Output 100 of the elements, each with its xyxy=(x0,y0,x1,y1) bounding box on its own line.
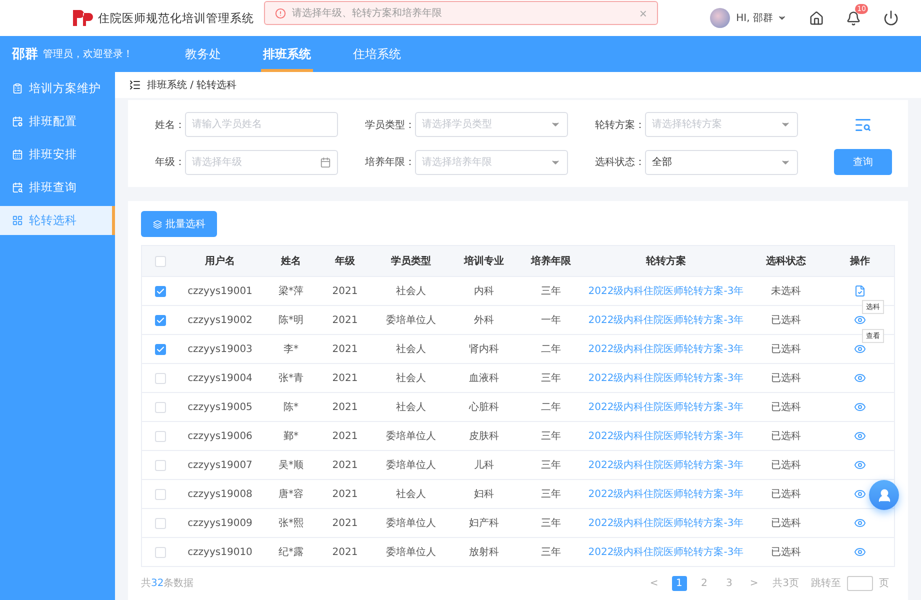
plan-link[interactable]: 2022级内科住院医师轮转方案-3年 xyxy=(586,371,746,385)
sidebar-item[interactable]: 培训方案维护 xyxy=(0,74,115,103)
plan-link[interactable]: 2022级内科住院医师轮转方案-3年 xyxy=(586,516,746,530)
table-cell-text: 未选科 xyxy=(770,284,802,298)
table-cell-text: czzyys19003 xyxy=(186,344,254,354)
logo xyxy=(72,9,94,27)
sidebar-item[interactable]: 排班配置 xyxy=(0,107,115,136)
table-cell-text: 2021 xyxy=(331,286,359,296)
next-page-button[interactable]: > xyxy=(746,576,762,590)
plan-link[interactable]: 2022级内科住院医师轮转方案-3年 xyxy=(586,458,746,472)
table-cell-text: 妇产科 xyxy=(468,516,500,530)
filter-label: 年级： xyxy=(155,156,185,169)
column-header: 学员类型 xyxy=(390,254,432,268)
table-cell-text: 已选科 xyxy=(770,314,802,327)
user-icon xyxy=(876,488,892,502)
plan-link[interactable]: 2022级内科住院医师轮转方案-3年 xyxy=(586,429,746,443)
table-cell-text: 已选科 xyxy=(770,430,802,443)
select-all-checkbox[interactable] xyxy=(154,256,166,266)
input-field[interactable]: 请输入学员姓名 xyxy=(185,112,338,137)
view-button[interactable] xyxy=(854,488,866,500)
plan-link[interactable]: 2022级内科住院医师轮转方案-3年 xyxy=(586,313,746,327)
collapse-icon[interactable] xyxy=(129,79,141,91)
nav-tab[interactable]: 教务处 xyxy=(183,36,223,72)
warning-icon xyxy=(275,8,286,18)
table-cell-text: 三年 xyxy=(540,546,562,559)
table-cell-text: 三年 xyxy=(540,517,562,530)
page-button[interactable]: 1 xyxy=(672,576,687,590)
table-cell-text: 已选科 xyxy=(770,342,802,356)
table-cell-text: czzyys19007 xyxy=(186,460,254,470)
plan-link[interactable]: 2022级内科住院医师轮转方案-3年 xyxy=(586,342,746,356)
query-button[interactable]: 查询 xyxy=(834,149,892,175)
row-checkbox[interactable] xyxy=(154,314,166,326)
select-course-button[interactable] xyxy=(854,285,866,297)
notification-button[interactable] xyxy=(846,10,861,26)
app-title: 住院医师规范化培训管理系统 xyxy=(98,10,254,26)
view-button[interactable] xyxy=(854,430,866,442)
power-button[interactable] xyxy=(883,10,899,26)
table-cell-text: 2021 xyxy=(331,430,359,442)
batch-select-button[interactable]: 批量选科 xyxy=(141,211,217,237)
table-cell-text: 妇科 xyxy=(473,488,495,501)
plan-link[interactable]: 2022级内科住院医师轮转方案-3年 xyxy=(586,545,746,559)
row-checkbox[interactable] xyxy=(154,286,166,296)
sidebar-item[interactable]: 轮转选科 xyxy=(0,206,115,235)
table-cell-text: 委培单位人 xyxy=(385,314,437,327)
table-cell-text: 一年 xyxy=(540,314,562,327)
table-cell-text: 纪*露 xyxy=(278,546,304,559)
plan-link[interactable]: 2022级内科住院医师轮转方案-3年 xyxy=(586,284,746,298)
view-button[interactable] xyxy=(854,517,866,529)
previous-page-button[interactable]: < xyxy=(646,576,662,590)
layers-icon xyxy=(152,220,162,228)
page-button[interactable]: 3 xyxy=(722,576,737,590)
select-field[interactable]: 请选择培养年限 xyxy=(415,150,568,174)
table-cell-text: 三年 xyxy=(540,459,562,472)
table-cell-text: 陈* xyxy=(282,401,300,414)
table-cell-text: 二年 xyxy=(540,343,562,356)
table-cell-text: 张*熙 xyxy=(278,516,304,530)
row-checkbox[interactable] xyxy=(154,344,166,354)
home-button[interactable] xyxy=(809,10,824,26)
user-menu[interactable]: HI, 邵群 xyxy=(736,11,787,25)
table-cell-text: 委培单位人 xyxy=(385,546,437,559)
page-button[interactable]: 2 xyxy=(696,576,712,590)
column-header: 年级 xyxy=(334,254,356,268)
view-button[interactable] xyxy=(854,314,866,326)
table-cell-text: 2021 xyxy=(331,488,359,500)
table-cell-text: 社会人 xyxy=(395,488,427,501)
view-button[interactable] xyxy=(854,372,866,384)
close-button[interactable]: × xyxy=(639,6,647,20)
table-cell-text: 已选科 xyxy=(770,516,802,530)
column-header: 轮转方案 xyxy=(644,254,687,268)
table-cell-text: 委培单位人 xyxy=(385,430,437,443)
table-cell-text: 张*青 xyxy=(278,372,304,385)
plan-link[interactable]: 2022级内科住院医师轮转方案-3年 xyxy=(586,487,746,501)
view-button[interactable] xyxy=(854,401,866,413)
date-picker[interactable]: 请选择年级 xyxy=(185,150,338,174)
table-cell-text: 2021 xyxy=(331,518,359,528)
select-field[interactable]: 请选择轮转方案 xyxy=(645,112,798,137)
table-cell-text: 血液科 xyxy=(468,372,500,385)
sidebar-item[interactable]: 排班安排 xyxy=(0,140,115,169)
table-cell-text: 已选科 xyxy=(770,458,802,472)
view-button[interactable] xyxy=(854,546,866,558)
table-cell-text: 2021 xyxy=(331,344,359,354)
table-cell-text: 外科 xyxy=(473,314,495,327)
table-cell-text: 三年 xyxy=(540,285,562,298)
page-input[interactable] xyxy=(847,576,873,590)
plan-link[interactable]: 2022级内科住院医师轮转方案-3年 xyxy=(586,400,746,414)
table-cell-text: czzyys19009 xyxy=(186,518,254,528)
table-cell-text: 2021 xyxy=(331,546,359,558)
sidebar-item[interactable]: 排班查询 xyxy=(0,173,115,202)
page-suffix: 页 xyxy=(879,577,889,590)
menu-icon xyxy=(12,215,23,226)
user-name: 邵群 xyxy=(12,46,38,63)
table-cell-text: 社会人 xyxy=(395,372,427,385)
column-header: 操作 xyxy=(848,254,871,268)
select-field[interactable]: 全部 xyxy=(645,150,798,174)
select-field[interactable]: 请选择学员类型 xyxy=(415,112,568,137)
nav-tab[interactable]: 住培系统 xyxy=(351,36,403,72)
view-button[interactable] xyxy=(854,459,866,471)
breadcrumb: 排班系统 / 轮转选科 xyxy=(147,78,237,92)
menu-icon xyxy=(12,116,23,127)
view-button[interactable] xyxy=(854,343,866,355)
